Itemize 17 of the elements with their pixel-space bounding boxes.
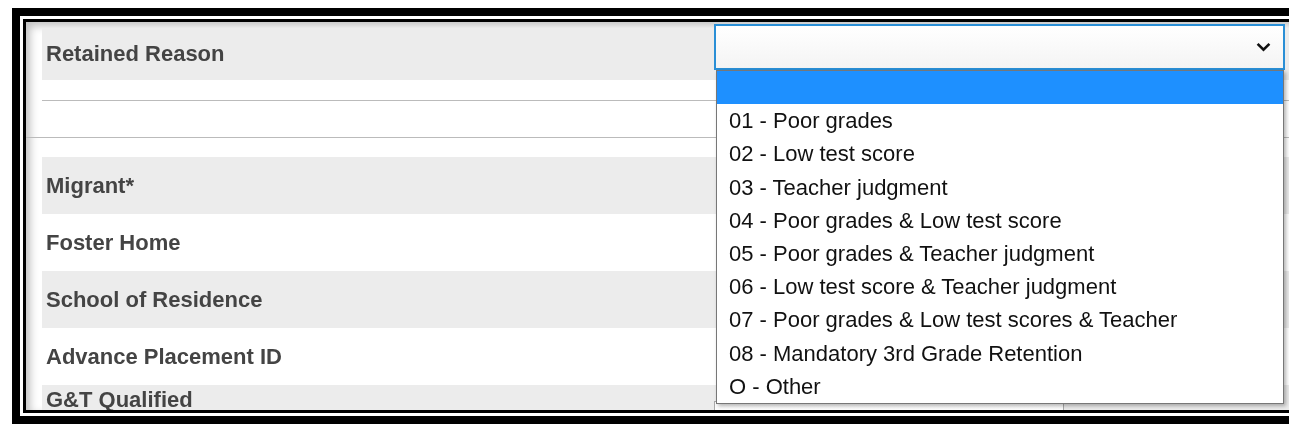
caret-icon	[1256, 42, 1271, 52]
dropdown-option[interactable]: 02 - Low test score	[717, 137, 1283, 171]
dropdown-option[interactable]: 06 - Low test score & Teacher judgment	[717, 270, 1283, 304]
field-label: Advance Placement ID	[46, 343, 283, 370]
dropdown-option[interactable]	[717, 71, 1283, 105]
field-label: Foster Home	[46, 229, 182, 256]
dropdown-option[interactable]: 08 - Mandatory 3rd Grade Retention	[717, 336, 1283, 370]
dropdown-option[interactable]: 04 - Poor grades & Low test score	[717, 203, 1283, 237]
field-label: Retained Reason	[46, 40, 226, 67]
field-label: School of Residence	[46, 286, 264, 313]
dropdown-option[interactable]: 03 - Teacher judgment	[717, 170, 1283, 204]
dropdown-option[interactable]: 05 - Poor grades & Teacher judgment	[717, 236, 1283, 271]
select-field[interactable]	[714, 24, 1285, 70]
dropdown-option[interactable]: O - Other	[717, 369, 1283, 403]
field-label: Migrant*	[46, 172, 135, 199]
dropdown-option[interactable]: 01 - Poor grades	[717, 104, 1283, 138]
dropdown-option[interactable]: 07 - Poor grades & Low test scores & Teacher	[717, 303, 1283, 337]
